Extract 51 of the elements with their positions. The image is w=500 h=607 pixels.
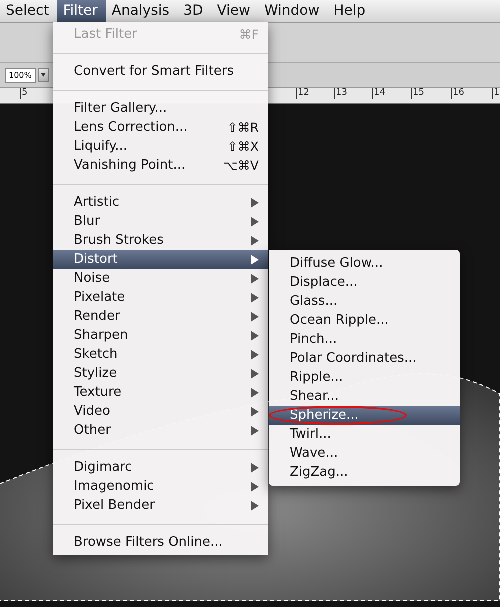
ruler-label: 1: [492, 88, 500, 99]
menu-item[interactable]: Texture: [53, 383, 268, 402]
menu-item[interactable]: Stylize: [53, 364, 268, 383]
menu-item[interactable]: Ocean Ripple...: [269, 311, 460, 330]
ruler-label: 5: [20, 88, 28, 99]
menu-item[interactable]: Noise: [53, 269, 268, 288]
menu-item[interactable]: Blur: [53, 212, 268, 231]
menu-item[interactable]: Liquify... ⇧⌘X: [53, 137, 268, 156]
menu-item[interactable]: Filter Gallery...: [53, 99, 268, 118]
ruler-label: 13: [334, 88, 348, 99]
ruler-label: 16: [451, 88, 464, 99]
menu-item[interactable]: Convert for Smart Filters: [53, 62, 268, 81]
menu-item[interactable]: Artistic: [53, 193, 268, 212]
dropdown-button[interactable]: [38, 68, 49, 82]
menu-title[interactable]: View: [211, 0, 258, 22]
menu-item[interactable]: ZigZag...: [269, 463, 460, 482]
zoom-field[interactable]: 100%: [5, 68, 36, 82]
menu-item[interactable]: Digimarc: [53, 458, 268, 477]
menu-item[interactable]: Distort: [53, 250, 268, 269]
menu-item[interactable]: Sharpen: [53, 326, 268, 345]
menu-item[interactable]: Glass...: [269, 292, 460, 311]
menu-item[interactable]: Browse Filters Online...: [53, 533, 268, 552]
menu-item[interactable]: Twirl...: [269, 425, 460, 444]
menu-item[interactable]: Lens Correction... ⇧⌘R: [53, 118, 268, 137]
menu-title[interactable]: Analysis: [106, 0, 178, 22]
menu-item[interactable]: Ripple...: [269, 368, 460, 387]
menu-item[interactable]: Vanishing Point... ⌥⌘V: [53, 156, 268, 175]
caret-icon: [40, 73, 46, 77]
menu-title[interactable]: Select: [0, 0, 58, 22]
menu-item[interactable]: Pixelate: [53, 288, 268, 307]
menu-title[interactable]: Window: [258, 0, 328, 22]
ruler-label: 15: [411, 88, 424, 99]
menu-title[interactable]: Filter: [57, 0, 106, 22]
menu-item[interactable]: Pinch...: [269, 330, 460, 349]
menu-item[interactable]: Shear...: [269, 387, 460, 406]
menu-item[interactable]: Sketch: [53, 345, 268, 364]
menu-item[interactable]: Wave...: [269, 444, 460, 463]
menu-item[interactable]: Spherize...: [269, 406, 460, 425]
menu-item[interactable]: Brush Strokes: [53, 231, 268, 250]
menu-item[interactable]: Displace...: [269, 273, 460, 292]
menu-item[interactable]: Pixel Bender: [53, 496, 268, 515]
menu-item[interactable]: Render: [53, 307, 268, 326]
menu-title[interactable]: Help: [328, 0, 374, 22]
ruler-label: 14: [372, 88, 386, 99]
menu-title[interactable]: 3D: [178, 0, 212, 22]
menu-item[interactable]: Polar Coordinates...: [269, 349, 460, 368]
ruler-label: 12: [296, 88, 310, 99]
menu-item[interactable]: Diffuse Glow...: [269, 254, 460, 273]
menu-item[interactable]: Imagenomic: [53, 477, 268, 496]
menu-item[interactable]: Video: [53, 402, 268, 421]
menu-item[interactable]: Other: [53, 421, 268, 440]
